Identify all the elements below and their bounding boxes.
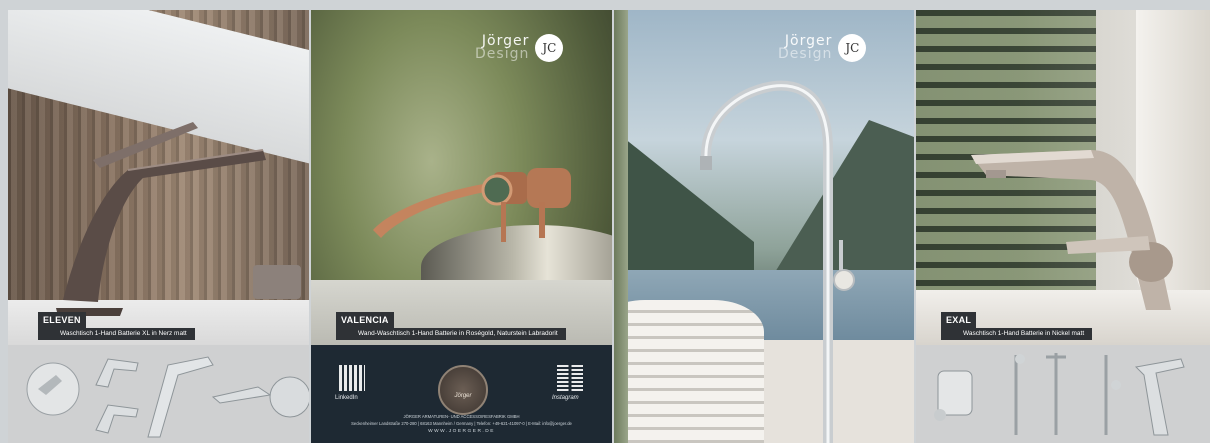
catalog-footer: LinkedIn Jörger Instagram JÖRGER ARMATUR…	[311, 345, 612, 443]
company-name: JÖRGER ARMATUREN- UND ACCESSOIRESFABRIK …	[403, 414, 520, 419]
brand-monogram-icon: JC	[838, 34, 867, 62]
freestanding-faucet-image	[700, 80, 855, 443]
website-link[interactable]: WWW.JOERGER.DE	[311, 429, 612, 434]
valencia-caption: VALENCIA Wand-Waschtisch 1-Hand Batterie…	[336, 310, 566, 340]
product-name: VALENCIA	[336, 312, 394, 328]
linkedin-label[interactable]: LinkedIn	[335, 395, 358, 401]
linkedin-qr-code[interactable]	[339, 365, 365, 391]
panel-valencia: Jörger Design JC VALENCIA Wand-Waschtisc…	[311, 10, 612, 443]
exal-range-thumbnails	[934, 353, 1185, 436]
instagram-label[interactable]: Instagram	[552, 395, 579, 401]
eleven-caption: ELEVEN Waschtisch 1-Hand Batterie XL in …	[38, 310, 195, 340]
catalog-spread: ELEVEN Waschtisch 1-Hand Batterie XL in …	[0, 0, 1210, 443]
eleven-faucet-image	[56, 122, 301, 316]
exal-faucet-image	[971, 150, 1173, 310]
brand-logo: Jörger Design JC	[475, 34, 564, 62]
brand-subline: Design	[475, 46, 530, 62]
product-description: Waschtisch 1-Hand Batterie in Nickel mat…	[941, 328, 1093, 340]
exal-caption: EXAL Waschtisch 1-Hand Batterie in Nicke…	[941, 310, 1093, 340]
valencia-faucet-image	[373, 168, 571, 242]
panel-freestanding: Jörger Design JC	[614, 10, 914, 443]
panel-eleven: ELEVEN Waschtisch 1-Hand Batterie XL in …	[8, 10, 309, 443]
brand-monogram-icon: JC	[535, 34, 564, 62]
product-name: EXAL	[941, 312, 977, 328]
eleven-product-range	[8, 345, 309, 443]
panel-exal: EXAL Waschtisch 1-Hand Batterie in Nicke…	[916, 10, 1210, 443]
product-name: ELEVEN	[38, 312, 86, 328]
eleven-range-thumbnails	[26, 356, 309, 438]
company-seal: Jörger	[438, 365, 488, 415]
exal-product-range	[916, 345, 1210, 443]
company-address: Seckenheimer Landstraße 270-280 | 68163 …	[351, 421, 572, 426]
brand-subline: Design	[778, 46, 833, 62]
product-description: Waschtisch 1-Hand Batterie XL in Nerz ma…	[38, 328, 195, 340]
seal-label: Jörger	[454, 393, 472, 399]
instagram-qr-code[interactable]	[557, 365, 583, 391]
brand-logo: Jörger Design JC	[778, 34, 867, 62]
product-description: Wand-Waschtisch 1-Hand Batterie in Roség…	[336, 328, 566, 340]
